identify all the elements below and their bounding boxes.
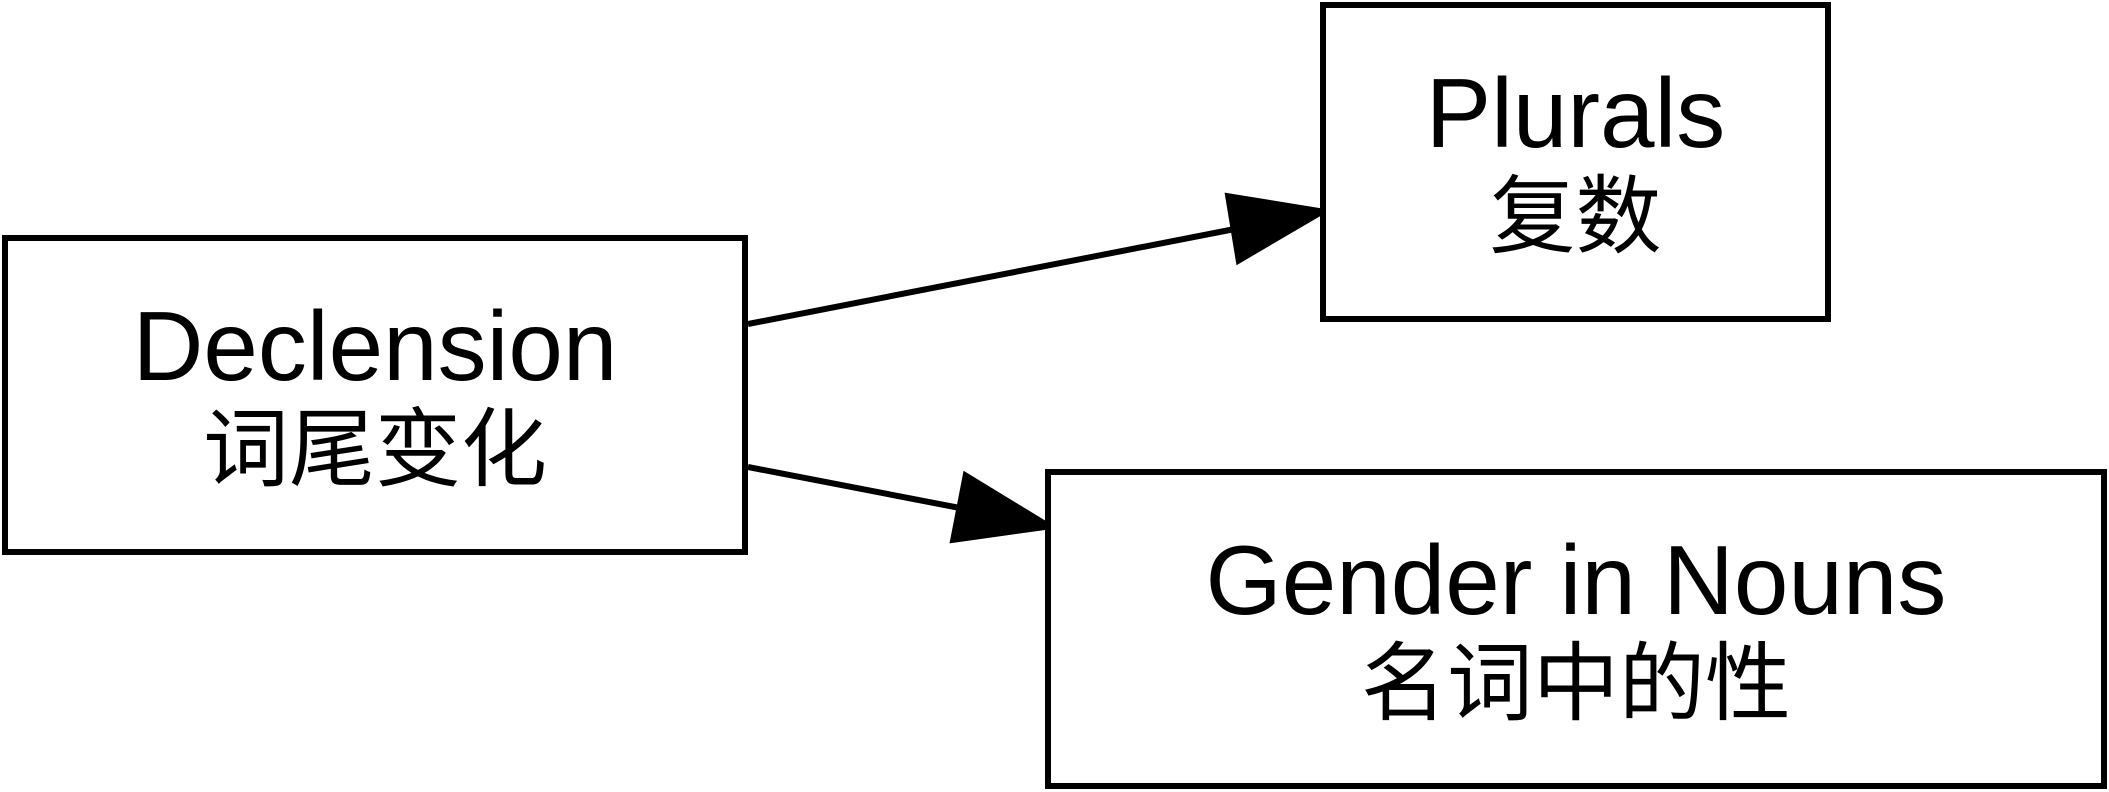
node-gender: Gender in Nouns 名词中的性: [1045, 469, 2107, 789]
node-plurals-label-zh: 复数: [1489, 166, 1662, 267]
node-gender-label-en: Gender in Nouns: [1205, 524, 1947, 635]
node-declension-label-zh: 词尾变化: [203, 399, 547, 500]
node-gender-label-zh: 名词中的性: [1361, 633, 1791, 734]
arrowhead-plurals: [1224, 192, 1331, 266]
diagram: Declension 词尾变化 Plurals 复数 Gender in Nou…: [0, 0, 2109, 792]
node-declension-label-en: Declension: [132, 290, 618, 401]
edge-declension-gender: [747, 464, 1058, 544]
node-declension: Declension 词尾变化: [2, 235, 748, 555]
arrowhead-gender: [949, 470, 1058, 544]
node-plurals-label-en: Plurals: [1425, 57, 1726, 168]
node-plurals: Plurals 复数: [1320, 2, 1831, 322]
edge-declension-plurals: [747, 192, 1331, 327]
